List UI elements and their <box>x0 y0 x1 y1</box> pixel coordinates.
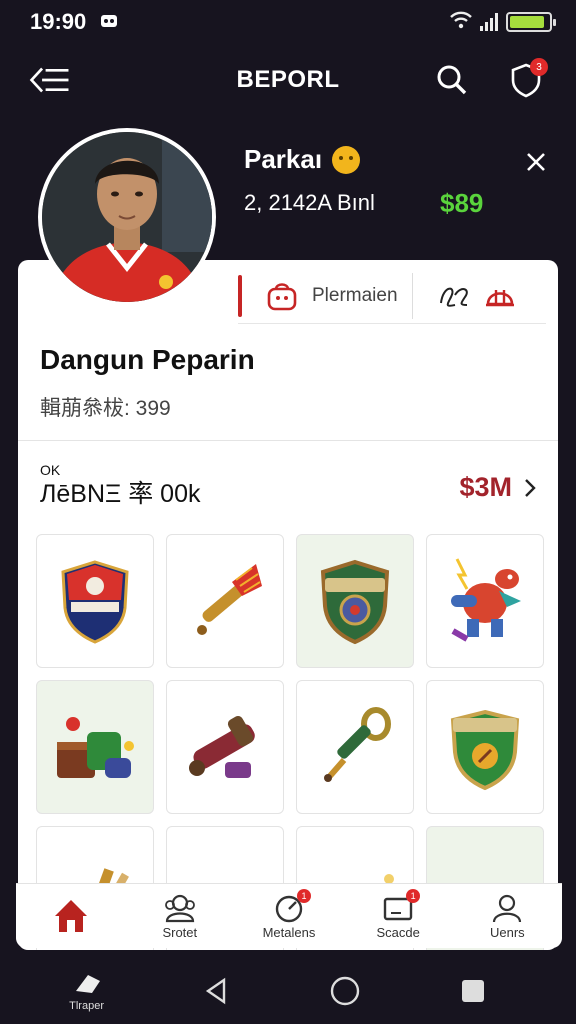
nav-badge: 1 <box>406 888 421 903</box>
nav-label: Uenrs <box>490 924 525 940</box>
system-home-button[interactable] <box>329 975 361 1007</box>
tab-helmet[interactable] <box>481 268 519 323</box>
profile-name-row: Parkaı <box>244 144 361 175</box>
notification-badge: 3 <box>530 58 548 76</box>
app-notification-icon <box>100 9 118 35</box>
people-icon <box>164 894 195 922</box>
gift-bag-icon <box>267 282 297 310</box>
top-bar: BEPORL 3 <box>0 50 576 110</box>
golden-brush-icon <box>197 564 262 635</box>
profile-card: Plermaien Dangun Peparin 輯萠叅柭: 399 OK Лē… <box>18 260 558 950</box>
system-tool-button[interactable]: Tlraper <box>69 971 104 1012</box>
chevron-right-icon <box>525 478 536 497</box>
search-button[interactable] <box>430 58 474 102</box>
crest-shield-icon <box>61 560 129 644</box>
tab-plermaien[interactable]: Plermaien <box>252 268 412 323</box>
item-tile[interactable] <box>36 680 154 814</box>
section-value-link[interactable]: $3M <box>459 472 536 503</box>
green-badge-icon <box>450 709 520 791</box>
cannon-icon <box>189 715 255 778</box>
status-bar: 19:90 <box>0 0 576 44</box>
search-icon <box>437 65 467 95</box>
shield-notification-button[interactable]: 3 <box>504 58 548 102</box>
avatar[interactable] <box>38 128 216 306</box>
section-label-text: ЛēBNΞ 率 00k <box>40 480 201 508</box>
golden-key-icon <box>324 707 391 782</box>
bronze-shield-icon <box>320 559 390 645</box>
item-tile[interactable] <box>36 534 154 668</box>
card-title: Dangun Peparin <box>40 344 255 375</box>
clock: 19:90 <box>30 9 87 34</box>
divider <box>18 440 558 441</box>
treasure-pack-icon <box>57 717 134 778</box>
system-tool-label: Tlraper <box>69 999 104 1012</box>
signature-icon <box>439 287 468 307</box>
signal-icon <box>480 13 498 31</box>
dragon-creature-icon <box>451 558 521 642</box>
back-triangle-icon <box>206 977 226 1005</box>
tab-label: Plermaien <box>312 284 398 306</box>
back-menu-icon <box>29 67 69 93</box>
nav-scacde[interactable]: 1 Scacde <box>348 888 448 940</box>
nav-uenrs[interactable]: Uenrs <box>457 893 557 940</box>
nav-label: Srotet <box>162 924 198 940</box>
wifi-icon <box>450 11 472 34</box>
nav-label: Scacde <box>376 924 420 940</box>
nav-metalens[interactable]: 1 Metalens <box>239 888 339 940</box>
bottom-nav: Srotet 1 Metalens 1 Scacde Uenrs <box>16 884 562 948</box>
card-subtitle: 輯萠叅柭: 399 <box>40 397 171 420</box>
item-tile[interactable] <box>296 680 414 814</box>
user-icon <box>493 894 522 922</box>
home-icon <box>54 900 87 932</box>
system-nav-bar: Tlraper <box>0 958 576 1024</box>
close-button[interactable] <box>514 140 558 184</box>
tool-icon <box>75 974 100 993</box>
recents-square-icon <box>461 980 484 1002</box>
active-tab-indicator <box>238 274 242 317</box>
section-label-sup: OK <box>40 462 61 478</box>
section-value: $3M <box>459 472 512 502</box>
back-menu-button[interactable] <box>28 58 72 102</box>
nav-srotet[interactable]: Srotet <box>130 893 230 940</box>
system-back-button[interactable] <box>202 976 230 1006</box>
close-icon <box>527 153 545 171</box>
home-circle-icon <box>330 976 359 1006</box>
item-tile[interactable] <box>166 680 284 814</box>
nav-home[interactable] <box>21 896 121 936</box>
item-tile[interactable] <box>166 534 284 668</box>
section-label: OK ЛēBNΞ 率 00k <box>40 462 201 510</box>
battery-icon <box>506 12 556 32</box>
emoji-badge-icon <box>332 145 361 174</box>
item-tile[interactable] <box>296 534 414 668</box>
avatar-photo <box>42 132 212 302</box>
profile-stats: 2, 2142A Bınl <box>244 190 375 215</box>
tab-bar: Plermaien <box>238 268 546 324</box>
nav-badge: 1 <box>296 888 311 903</box>
item-tile[interactable] <box>426 680 544 814</box>
tab-signature[interactable] <box>429 268 481 323</box>
system-recents-button[interactable] <box>459 977 487 1005</box>
helmet-icon <box>485 289 514 306</box>
tab-divider <box>411 272 413 319</box>
nav-label: Metalens <box>262 924 316 940</box>
profile-name: Parkaı <box>244 144 323 174</box>
profile-money: $89 <box>440 188 484 218</box>
item-tile[interactable] <box>426 534 544 668</box>
